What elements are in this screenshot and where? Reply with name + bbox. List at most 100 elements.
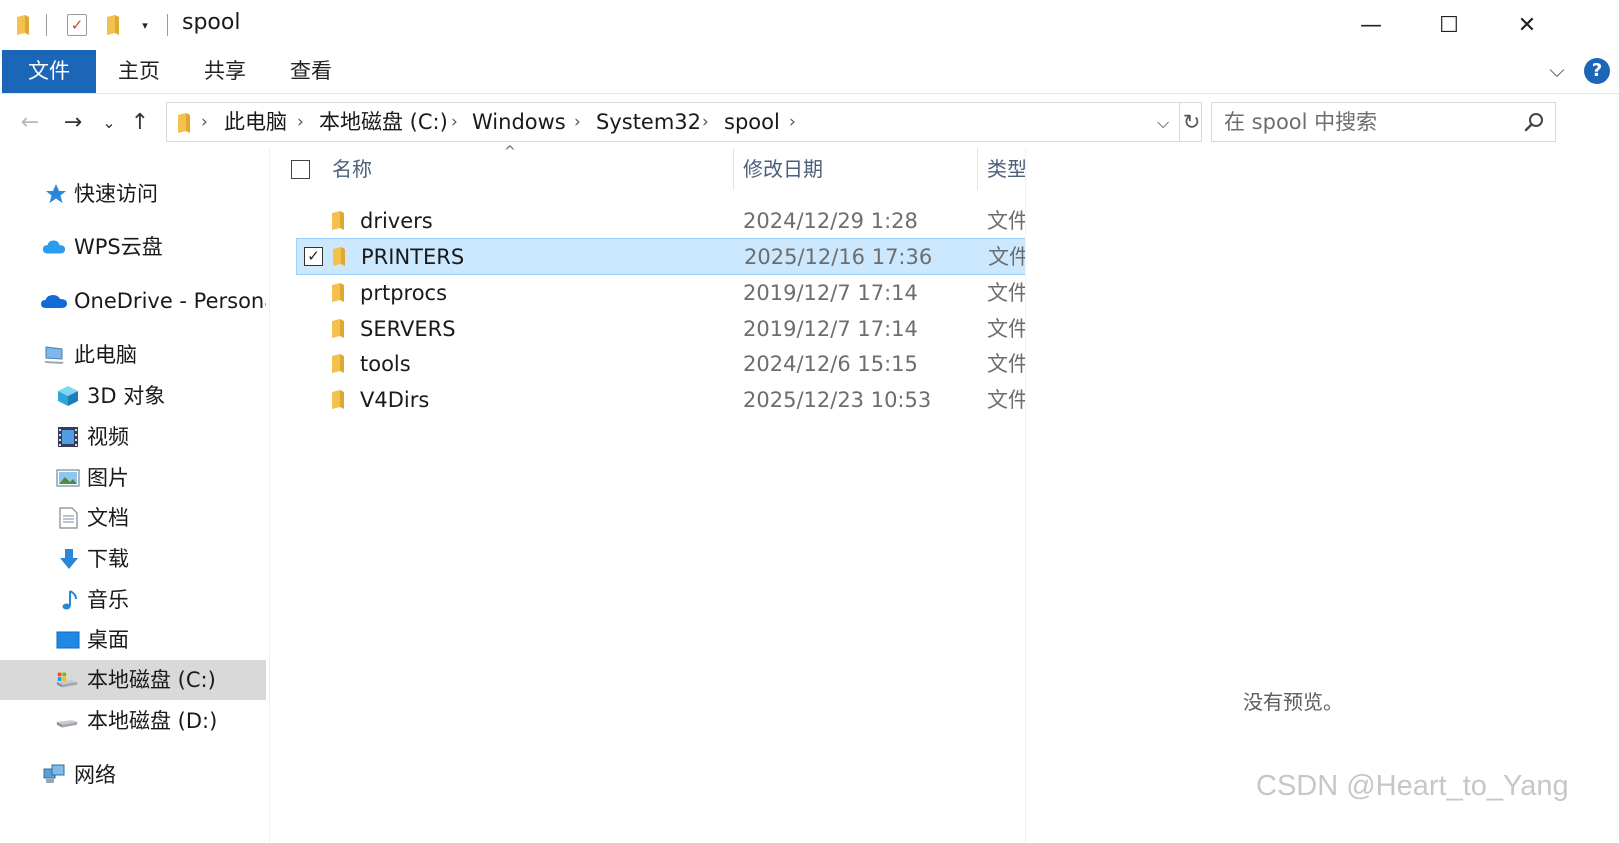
navigation-pane: 快速访问 WPS云盘 OneDrive - Persona 此电脑 3D 对象 xyxy=(0,148,270,843)
file-type: 文件 xyxy=(987,352,1026,376)
row-checkbox[interactable]: ✓ xyxy=(304,247,323,266)
table-row[interactable]: SERVERS 2019/12/7 17:14 文件 xyxy=(296,311,1026,347)
nav-item-documents[interactable]: 文档 xyxy=(0,498,266,538)
tab-home[interactable]: 主页 xyxy=(104,50,174,93)
preview-splitter[interactable] xyxy=(1025,148,1026,843)
cloud-icon xyxy=(42,240,66,254)
close-button[interactable]: ✕ xyxy=(1489,0,1565,50)
back-button[interactable]: ← xyxy=(17,108,43,138)
search-input[interactable] xyxy=(1224,110,1514,134)
minimize-button[interactable]: — xyxy=(1333,0,1409,50)
search-icon[interactable] xyxy=(1523,111,1545,133)
breadcrumb-separator-icon[interactable]: › xyxy=(789,103,796,141)
file-modified-date: 2019/12/7 17:14 xyxy=(743,281,918,305)
tab-view[interactable]: 查看 xyxy=(276,50,346,93)
nav-item-this-pc[interactable]: 此电脑 xyxy=(0,335,266,375)
help-icon[interactable]: ? xyxy=(1584,58,1610,84)
up-button[interactable]: ↑ xyxy=(127,108,153,138)
breadcrumb-this-pc[interactable]: 此电脑 xyxy=(224,103,287,141)
folder-icon xyxy=(333,247,345,266)
breadcrumb-separator-icon[interactable]: › xyxy=(574,103,581,141)
nav-item-label: 3D 对象 xyxy=(87,384,166,408)
file-modified-date: 2024/12/29 1:28 xyxy=(743,209,918,233)
nav-item-label: 下载 xyxy=(87,547,129,571)
nav-item-local-disk-d[interactable]: 本地磁盘 (D:) xyxy=(0,701,266,741)
breadcrumb-separator-icon[interactable]: › xyxy=(201,103,208,141)
table-row[interactable]: tools 2024/12/6 15:15 文件 xyxy=(296,346,1026,382)
nav-item-network[interactable]: 网络 xyxy=(0,755,266,795)
nav-item-label: 文档 xyxy=(87,506,129,530)
nav-item-desktop[interactable]: 桌面 xyxy=(0,620,266,660)
file-name: drivers xyxy=(360,209,433,233)
new-folder-icon[interactable] xyxy=(106,14,120,36)
maximize-button[interactable]: ☐ xyxy=(1411,0,1487,50)
column-header-date[interactable]: 修改日期 xyxy=(743,148,823,190)
breadcrumb-local-disk-c[interactable]: 本地磁盘 (C:) xyxy=(319,103,448,141)
onedrive-icon xyxy=(41,295,67,308)
music-icon xyxy=(62,590,77,610)
file-modified-date: 2025/12/23 10:53 xyxy=(743,388,932,412)
column-divider[interactable] xyxy=(977,148,978,190)
breadcrumb-separator-icon[interactable]: › xyxy=(451,103,458,141)
window-title: spool xyxy=(182,10,241,35)
recent-locations-button[interactable]: ⌄ xyxy=(96,108,122,138)
file-name: V4Dirs xyxy=(360,388,430,412)
file-name: SERVERS xyxy=(360,317,456,341)
system-drive-icon xyxy=(56,672,78,688)
nav-item-3d-objects[interactable]: 3D 对象 xyxy=(0,376,266,416)
nav-item-videos[interactable]: 视频 xyxy=(0,417,266,457)
pane-splitter[interactable] xyxy=(269,148,270,843)
breadcrumb-spool[interactable]: spool xyxy=(724,103,780,141)
star-icon xyxy=(46,184,66,203)
file-modified-date: 2025/12/16 17:36 xyxy=(744,245,933,269)
video-icon xyxy=(58,427,78,447)
nav-item-label: 网络 xyxy=(74,763,116,787)
file-name: PRINTERS xyxy=(361,245,465,269)
column-header-name[interactable]: 名称 xyxy=(332,148,372,190)
network-icon xyxy=(43,764,65,783)
nav-item-label: 本地磁盘 (C:) xyxy=(87,668,216,692)
nav-item-downloads[interactable]: 下载 xyxy=(0,539,266,579)
select-all-checkbox[interactable] xyxy=(291,160,310,179)
column-divider[interactable] xyxy=(733,148,734,190)
table-row[interactable]: ✓ PRINTERS 2025/12/16 17:36 文件 xyxy=(296,238,1026,275)
nav-item-music[interactable]: 音乐 xyxy=(0,580,266,620)
toolbar-separator xyxy=(46,14,47,36)
address-bar[interactable]: › 此电脑 › 本地磁盘 (C:) › Windows › System32 ›… xyxy=(166,102,1202,142)
address-history-dropdown-icon[interactable]: ⌵ xyxy=(1157,103,1169,141)
customize-toolbar-icon[interactable]: ▾ xyxy=(137,14,153,36)
expand-ribbon-icon[interactable]: ⌵ xyxy=(1544,58,1570,82)
folder-icon xyxy=(332,390,344,409)
breadcrumb-separator-icon[interactable]: › xyxy=(297,103,304,141)
folder-icon xyxy=(17,15,29,35)
search-box[interactable] xyxy=(1211,102,1556,142)
breadcrumb-separator-icon[interactable]: › xyxy=(702,103,709,141)
nav-item-wps-cloud[interactable]: WPS云盘 xyxy=(0,227,266,267)
desktop-icon xyxy=(56,631,80,649)
file-type: 文件 xyxy=(987,388,1026,412)
file-modified-date: 2019/12/7 17:14 xyxy=(743,317,918,341)
nav-item-quick-access[interactable]: 快速访问 xyxy=(0,174,266,214)
title-bar: ✓ ▾ spool — ☐ ✕ xyxy=(0,0,1619,50)
breadcrumb-windows[interactable]: Windows xyxy=(472,103,566,141)
tab-file[interactable]: 文件 xyxy=(2,50,96,93)
nav-item-pictures[interactable]: 图片 xyxy=(0,458,266,498)
nav-item-onedrive[interactable]: OneDrive - Persona xyxy=(0,281,266,321)
sort-ascending-icon: ^ xyxy=(504,144,516,160)
preview-message: 没有预览。 xyxy=(1243,690,1343,714)
document-icon xyxy=(59,507,78,529)
forward-button[interactable]: → xyxy=(60,108,86,138)
tab-share[interactable]: 共享 xyxy=(190,50,260,93)
breadcrumb-system32[interactable]: System32 xyxy=(596,103,701,141)
nav-item-local-disk-c[interactable]: 本地磁盘 (C:) xyxy=(0,660,266,700)
download-icon xyxy=(60,549,78,569)
refresh-icon[interactable]: ↻ xyxy=(1179,103,1203,141)
table-row[interactable]: prtprocs 2019/12/7 17:14 文件 xyxy=(296,275,1026,311)
nav-item-label: 此电脑 xyxy=(74,343,137,367)
file-list-header: ^ 名称 修改日期 类型 xyxy=(282,144,1027,190)
table-row[interactable]: V4Dirs 2025/12/23 10:53 文件 xyxy=(296,382,1026,418)
properties-icon[interactable]: ✓ xyxy=(67,14,87,36)
file-name: prtprocs xyxy=(360,281,448,305)
column-header-type[interactable]: 类型 xyxy=(987,148,1027,190)
table-row[interactable]: drivers 2024/12/29 1:28 文件 xyxy=(296,203,1026,239)
